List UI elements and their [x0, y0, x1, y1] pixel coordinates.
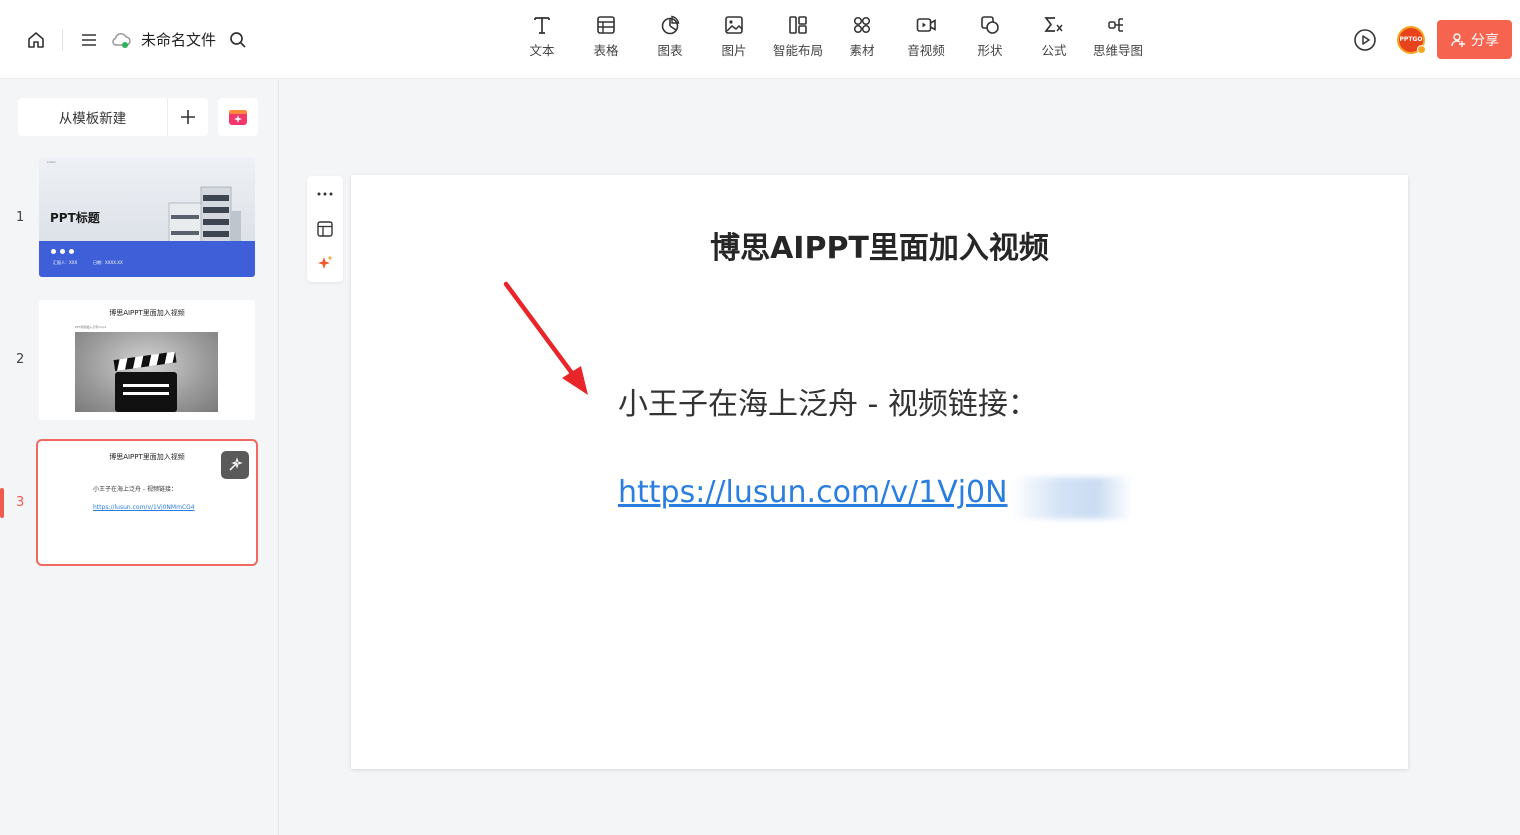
tool-label: 图片	[721, 43, 747, 58]
slide-caption: PPT视频插入示例.mp4	[75, 325, 107, 329]
slide-link: https://lusun.com/v/1Vj0NMmCG4	[93, 504, 195, 511]
slide-number: 1	[16, 210, 25, 225]
slide-video-link[interactable]: https://lusun.com/v/1Vj0N	[618, 475, 1008, 510]
image-icon	[725, 16, 743, 34]
redaction-blur	[1011, 477, 1133, 519]
slide-effect-button[interactable]	[221, 451, 249, 479]
tool-label: 图表	[657, 43, 683, 58]
tool-label: 表格	[593, 43, 619, 58]
divider	[62, 28, 63, 51]
video-icon	[916, 18, 936, 32]
material-icon	[853, 16, 871, 34]
text-icon	[534, 17, 550, 34]
ai-generate-button[interactable]	[218, 98, 258, 136]
tool-shape[interactable]: 形状	[958, 14, 1022, 59]
chart-icon	[661, 15, 680, 35]
menu-icon[interactable]	[73, 24, 105, 56]
slide-title[interactable]: 博思AIPPT里面加入视频	[351, 223, 1408, 267]
slide-number: 2	[16, 352, 25, 367]
slide-text: 小王子在海上泛舟 - 视频链接：	[93, 486, 177, 493]
user-add-icon	[1451, 32, 1465, 47]
add-slide-button[interactable]	[168, 98, 208, 136]
new-from-template-button[interactable]: 从模板新建	[18, 98, 168, 136]
slide-date-text: 日期：XXXX.XX	[93, 260, 123, 265]
slide-sidebar: 从模板新建 1 LOGO PPT标题 汇报人：XXX 日期：XXXX.XX 2 …	[0, 80, 279, 835]
share-button[interactable]: 分享	[1437, 20, 1512, 59]
more-icon[interactable]	[313, 182, 337, 206]
new-slide-row: 从模板新建	[18, 98, 258, 136]
document-title[interactable]: 未命名文件	[141, 29, 216, 50]
avatar[interactable]: PPTGO	[1397, 25, 1426, 54]
avatar-text: PPTGO	[1399, 36, 1423, 43]
slide-corner-text: LOGO	[47, 160, 56, 164]
plus-icon	[181, 110, 195, 124]
slide-thumbnail-1[interactable]: LOGO PPT标题 汇报人：XXX 日期：XXXX.XX	[39, 157, 255, 277]
tool-label: 音视频	[907, 43, 945, 58]
top-toolbar: 未命名文件 文本 表格 图表 图片 智能布局 素材 音视频 形状 公式 思维导图…	[0, 0, 1520, 79]
slide-thumbnail-2[interactable]: 博思AIPPT里面加入视频 PPT视频插入示例.mp4	[39, 300, 255, 420]
play-icon[interactable]	[1349, 24, 1381, 56]
slide-thumbnail-3[interactable]: 博思AIPPT里面加入视频 小王子在海上泛舟 - 视频链接： https://l…	[36, 439, 258, 566]
video-placeholder-image	[75, 332, 218, 412]
tool-label: 智能布局	[772, 43, 823, 58]
tool-label: 素材	[849, 43, 875, 58]
slide-presenter-text: 汇报人：XXX	[53, 260, 78, 265]
tool-smart-layout[interactable]: 智能布局	[766, 14, 830, 59]
magic-wand-icon	[229, 457, 243, 471]
layout-icon[interactable]	[313, 217, 337, 241]
tool-label: 思维导图	[1092, 43, 1143, 58]
mindmap-icon	[1108, 18, 1123, 32]
smart-layout-icon	[789, 16, 807, 34]
clapperboard-icon	[113, 351, 177, 412]
slide-canvas[interactable]: 博思AIPPT里面加入视频 小王子在海上泛舟 - 视频链接： https://l…	[351, 175, 1408, 769]
cloud-sync-icon	[105, 24, 137, 56]
tool-label: 文本	[529, 43, 555, 58]
toolbar-left: 未命名文件	[20, 0, 254, 79]
slide-number: 3	[16, 495, 25, 510]
toolbar-right: PPTGO 分享	[1349, 20, 1512, 59]
avatar-status-dot	[1417, 44, 1426, 54]
table-icon	[597, 16, 615, 34]
slide-blue-band	[39, 241, 255, 277]
slide-text-video-caption[interactable]: 小王子在海上泛舟 - 视频链接：	[618, 379, 1038, 423]
tool-chart[interactable]: 图表	[638, 14, 702, 59]
tool-label: 形状	[977, 43, 1003, 58]
tool-formula[interactable]: 公式	[1022, 14, 1086, 59]
search-icon[interactable]	[222, 24, 254, 56]
ai-sparkle-icon	[229, 110, 247, 125]
share-label: 分享	[1471, 32, 1499, 49]
active-slide-indicator	[0, 488, 4, 518]
slide-side-tools	[307, 176, 343, 282]
shape-icon	[981, 16, 999, 34]
tool-image[interactable]: 图片	[702, 14, 766, 59]
tool-mindmap[interactable]: 思维导图	[1086, 14, 1150, 59]
annotation-arrow	[503, 281, 588, 395]
tool-table[interactable]: 表格	[574, 14, 638, 59]
ai-sparkle-icon[interactable]	[313, 251, 337, 275]
insert-toolbar: 文本 表格 图表 图片 智能布局 素材 音视频 形状 公式 思维导图	[510, 14, 1150, 59]
tool-text[interactable]: 文本	[510, 14, 574, 59]
slide-title: PPT标题	[50, 211, 100, 225]
slide-title: 博思AIPPT里面加入视频	[109, 309, 185, 317]
home-icon[interactable]	[20, 24, 52, 56]
tool-material[interactable]: 素材	[830, 14, 894, 59]
formula-icon	[1044, 17, 1063, 32]
tool-video[interactable]: 音视频	[894, 14, 958, 59]
tool-label: 公式	[1041, 43, 1067, 58]
slide-dots	[51, 249, 74, 254]
